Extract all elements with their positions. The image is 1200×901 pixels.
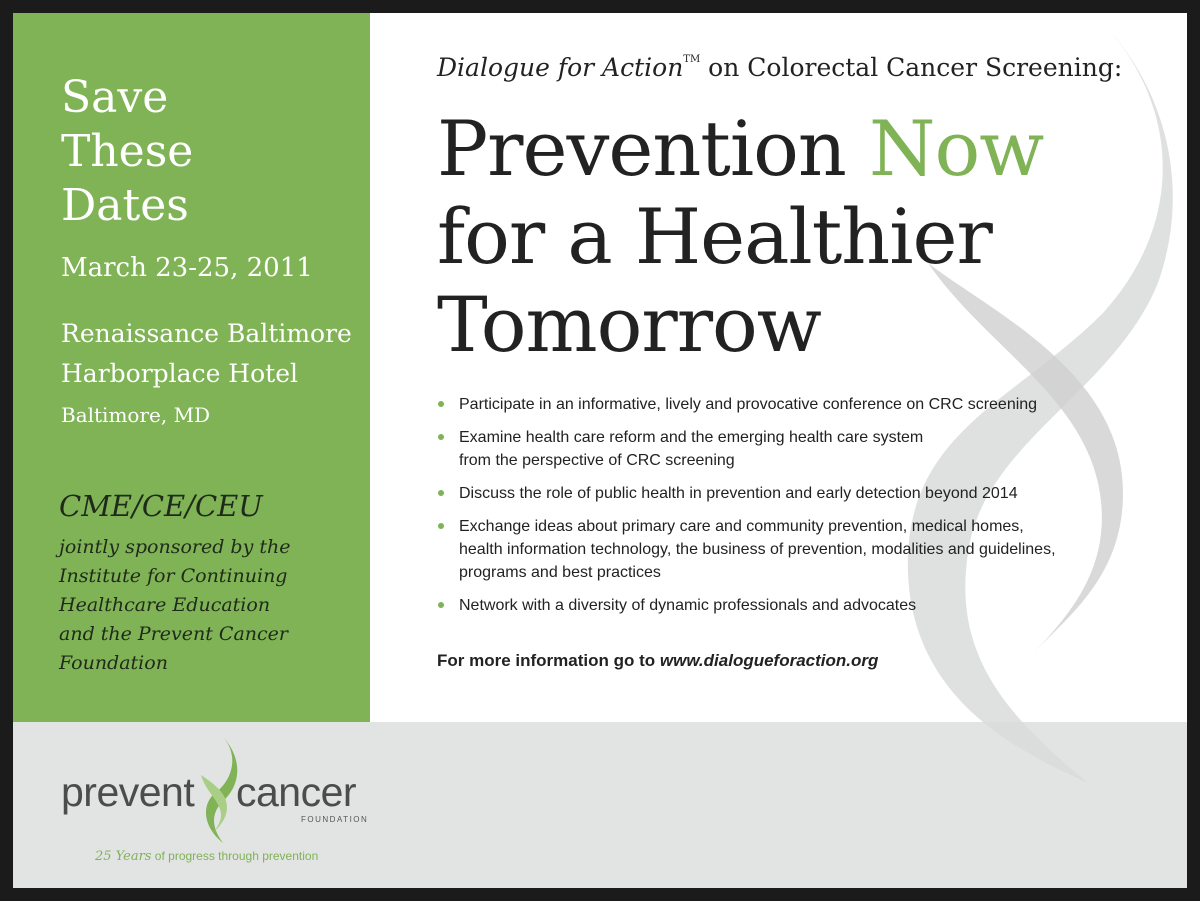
sponsor-line: Healthcare Education [59,594,271,616]
sponsor-line: and the Prevent Cancer [59,623,288,645]
list-item-text: Examine health care reform and the emerg… [459,429,924,446]
list-item-text: health information technology, the busin… [459,541,1056,558]
venue-hotel: Harborplace Hotel [61,359,298,388]
bullet-list: Participate in an informative, lively an… [437,393,1056,627]
list-item-text: Exchange ideas about primary care and co… [459,518,1024,535]
logo-prevent: prevent [61,769,195,815]
save-line: Dates [61,180,189,231]
list-item: Examine health care reform and the emerg… [437,426,1056,472]
list-item-text: from the perspective of CRC screening [459,452,735,469]
headline-line2: for a Healthier [437,192,993,281]
list-item: Exchange ideas about primary care and co… [437,515,1056,584]
flyer: Save These Dates March 23-25, 2011 Renai… [13,13,1187,888]
list-item-text: programs and best practices [459,564,661,581]
headline-prevention: Prevention [437,104,870,193]
headline-now: Now [869,104,1044,193]
list-item: Network with a diversity of dynamic prof… [437,594,1056,617]
list-item: Discuss the role of public health in pre… [437,482,1056,505]
venue-name: Renaissance Baltimore [61,319,352,348]
cme-credits: CME/CE/CEU [59,489,263,523]
more-info-prefix: For more information go to [437,651,660,670]
venue-city: Baltimore, MD [61,403,211,427]
save-line: These [61,126,194,177]
subtitle-italic: Dialogue for Action [437,53,684,82]
event-subtitle: Dialogue for ActionTM on Colorectal Canc… [437,53,1122,82]
sponsor-text: jointly sponsored by the Institute for C… [59,533,359,678]
logo-cancer: cancer [236,769,357,815]
sponsor-line: Foundation [59,652,168,674]
event-dates: March 23-25, 2011 [61,253,313,283]
headline: Prevention Now for a Healthier Tomorrow [437,104,1044,369]
save-line: Save [61,72,169,123]
list-item-text: Discuss the role of public health in pre… [459,485,1018,502]
website-link[interactable]: www.dialogueforaction.org [660,651,879,670]
trademark: TM [683,54,701,65]
tagline-years: 25 Years [95,849,152,864]
tagline-rest: of progress through prevention [151,849,319,863]
sponsor-line: Institute for Continuing [59,565,288,587]
list-item: Participate in an informative, lively an… [437,393,1056,416]
headline-line3: Tomorrow [437,280,822,369]
list-item-text: Participate in an informative, lively an… [459,396,1038,413]
sponsor-line: jointly sponsored by the [59,536,291,558]
logo-foundation: FOUNDATION [301,815,369,824]
more-info: For more information go to www.dialoguef… [437,651,878,671]
subtitle-rest: on Colorectal Cancer Screening: [700,53,1123,82]
save-these-dates: Save These Dates [61,71,193,233]
tagline: 25 Years of progress through prevention [95,849,318,864]
list-item-text: Network with a diversity of dynamic prof… [459,597,917,614]
